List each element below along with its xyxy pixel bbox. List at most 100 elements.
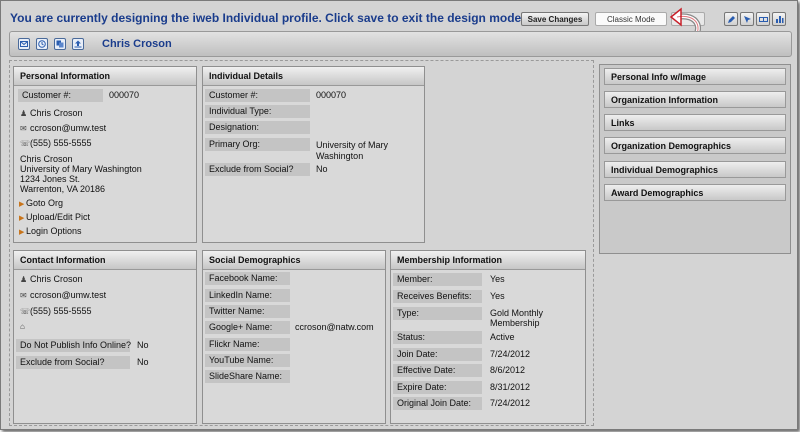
email-icon: ✉ (20, 291, 27, 300)
membership-type-label: Type: (393, 307, 482, 320)
pointer-icon[interactable] (740, 12, 754, 26)
member-label: Member: (393, 273, 482, 286)
contact-exclude-label: Exclude from Social? (16, 356, 130, 369)
effective-date-value: 8/6/2012 (490, 365, 526, 375)
ind-customer-label: Customer #: (205, 89, 310, 102)
do-not-publish-label: Do Not Publish Info Online? (16, 339, 131, 352)
status-label: Status: (393, 331, 482, 344)
home-icon: ⌂ (20, 322, 25, 331)
address-line-4: Warrenton, VA 20186 (20, 184, 106, 194)
contact-phone-value: (555) 555-5555 (30, 306, 92, 316)
phone-value: (555) 555-5555 (30, 138, 92, 148)
contact-email-line: ✉ ccroson@umw.test (20, 290, 106, 301)
exclude-social-value: No (316, 164, 328, 174)
contact-exclude-value: No (137, 357, 149, 367)
panel-title: Contact Information (14, 251, 196, 270)
upload-pict-link[interactable]: ▶ Upload/Edit Pict (19, 212, 90, 224)
primary-org-value: University of Mary (316, 140, 389, 150)
linkedin-label: LinkedIn Name: (205, 289, 290, 302)
effective-date-label: Effective Date: (393, 364, 482, 377)
mail-icon[interactable] (18, 38, 30, 50)
status-value: Active (490, 332, 515, 342)
chart-icon[interactable] (772, 12, 786, 26)
primary-org-label: Primary Org: (205, 138, 310, 151)
join-date-label: Join Date: (393, 348, 482, 361)
available-widgets-pane: Personal Info w/Image Organization Infor… (599, 64, 791, 254)
upload-pict-label[interactable]: Upload/Edit Pict (26, 212, 90, 222)
widget-links[interactable]: Links (604, 114, 786, 131)
profile-name-title: Chris Croson (102, 38, 172, 50)
person-name: Chris Croson (30, 108, 83, 118)
phone-icon: ☏ (20, 307, 31, 316)
arrow-right-icon: ▶ (19, 215, 25, 222)
contact-name-line: ♟ Chris Croson (20, 274, 83, 285)
login-options-link[interactable]: ▶ Login Options (19, 226, 82, 238)
widget-personal-info-image[interactable]: Personal Info w/Image (604, 68, 786, 85)
contact-name: Chris Croson (30, 274, 83, 284)
widget-individual-demographics[interactable]: Individual Demographics (604, 161, 786, 178)
receives-benefits-label: Receives Benefits: (393, 290, 482, 303)
arrow-right-icon: ▶ (19, 201, 25, 208)
membership-type-value-line2: Membership (490, 318, 540, 328)
original-join-date-label: Original Join Date: (393, 397, 482, 410)
contact-info-panel[interactable]: Contact Information ♟ Chris Croson ✉ ccros… (13, 250, 197, 424)
link-icon[interactable] (756, 12, 770, 26)
goto-org-label[interactable]: Goto Org (26, 198, 63, 208)
expire-date-value: 8/31/2012 (490, 382, 531, 392)
phone-icon: ☏ (20, 139, 31, 148)
individual-details-panel[interactable]: Individual Details Customer #: 000070 In… (202, 66, 425, 243)
pencil-icon[interactable] (724, 12, 738, 26)
person-icon: ♟ (20, 275, 28, 284)
goto-org-link[interactable]: ▶ Goto Org (19, 198, 63, 210)
panel-title: Membership Information (391, 251, 585, 270)
clock-icon[interactable] (36, 38, 48, 50)
member-value: Yes (490, 274, 505, 284)
social-demographics-panel[interactable]: Social Demographics Facebook Name: Linke… (202, 250, 386, 424)
widget-organization-information[interactable]: Organization Information (604, 91, 786, 108)
flickr-label: Flickr Name: (205, 338, 290, 351)
exclude-social-label: Exclude from Social? (205, 163, 310, 176)
save-changes-button[interactable]: Save Changes (521, 12, 589, 26)
membership-info-panel[interactable]: Membership Information Member: Yes Recei… (390, 250, 586, 424)
designation-label: Designation: (205, 121, 310, 134)
person-icon: ♟ (20, 109, 28, 118)
original-join-date-value: 7/24/2012 (490, 398, 531, 408)
classic-mode-button[interactable]: Classic Mode (595, 12, 667, 26)
panel-title: Individual Details (203, 67, 424, 86)
login-options-label[interactable]: Login Options (26, 226, 82, 236)
do-not-publish-value: No (137, 340, 149, 350)
personal-info-panel[interactable]: Personal Information Customer #: 000070 … (13, 66, 197, 243)
contact-email-link[interactable]: ccroson@umw.test (30, 290, 106, 300)
email-link[interactable]: ccroson@umw.test (30, 123, 106, 133)
email-line: ✉ ccroson@umw.test (20, 123, 106, 134)
slideshare-label: SlideShare Name: (205, 370, 290, 383)
widget-organization-demographics[interactable]: Organization Demographics (604, 137, 786, 154)
design-mode-window: You are currently designing the iweb Ind… (0, 0, 798, 430)
person-name-line: ♟ Chris Croson (20, 108, 83, 119)
youtube-label: YouTube Name: (205, 354, 290, 367)
join-date-value: 7/24/2012 (490, 349, 531, 359)
upload-icon[interactable] (72, 38, 84, 50)
email-icon: ✉ (20, 124, 27, 133)
customer-number-label: Customer #: (18, 89, 103, 102)
customer-number-value: 000070 (109, 90, 140, 100)
address-icon-line: ⌂ (20, 321, 30, 332)
receives-benefits-value: Yes (490, 291, 505, 301)
individual-type-label: Individual Type: (205, 105, 310, 118)
facebook-label: Facebook Name: (205, 272, 290, 285)
copy-icon[interactable] (54, 38, 66, 50)
googleplus-label: Google+ Name: (205, 321, 290, 334)
primary-org-value-line2: Washington (316, 151, 364, 161)
panel-title: Personal Information (14, 67, 196, 86)
ind-customer-value: 000070 (316, 90, 347, 100)
twitter-label: Twitter Name: (205, 305, 290, 318)
arrow-right-icon: ▶ (19, 229, 25, 236)
phone-line: ☏(555) 555-5555 (20, 138, 92, 149)
panel-title: Social Demographics (203, 251, 385, 270)
contact-phone-line: ☏(555) 555-5555 (20, 306, 92, 317)
design-mode-message: You are currently designing the iweb Ind… (10, 11, 522, 25)
widget-award-demographics[interactable]: Award Demographics (604, 184, 786, 201)
googleplus-value: ccroson@natw.com (295, 322, 374, 332)
profile-header-bar: Chris Croson (9, 31, 792, 57)
expire-date-label: Expire Date: (393, 381, 482, 394)
